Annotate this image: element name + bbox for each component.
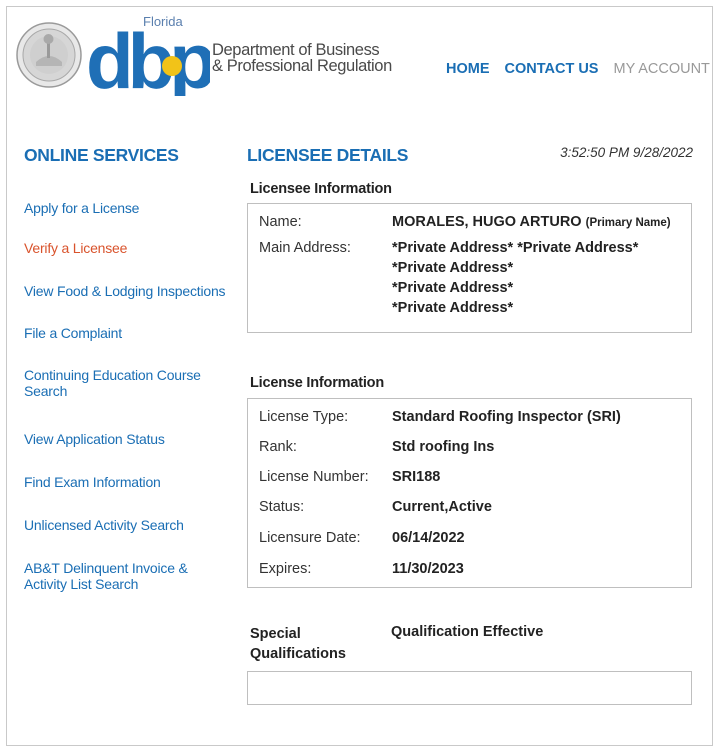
- expires-label: Expires:: [259, 561, 312, 577]
- license-type-label: License Type:: [259, 409, 349, 425]
- qualification-effective-header: Qualification Effective: [391, 624, 544, 640]
- status-label: Status:: [259, 499, 305, 515]
- top-nav: HOME CONTACT US MY ACCOUNT: [446, 61, 710, 77]
- primary-name-note: (Primary Name): [585, 217, 671, 229]
- sidebar-item-unlicensed-activity[interactable]: Unlicensed Activity Search: [24, 517, 184, 533]
- special-qualifications-header: Special Qualifications: [250, 626, 346, 662]
- license-info-box: License Type: Standard Roofing Inspector…: [247, 398, 692, 588]
- timestamp: 3:52:50 PM 9/28/2022: [560, 145, 693, 160]
- license-type-value: Standard Roofing Inspector (SRI): [392, 409, 621, 425]
- nav-my-account-link[interactable]: MY ACCOUNT: [613, 61, 709, 77]
- expires-value: 11/30/2023: [392, 561, 464, 577]
- logo-sun-icon: [162, 56, 182, 76]
- department-name: Department of Business & Professional Re…: [212, 41, 392, 75]
- license-info-heading: License Information: [250, 375, 384, 391]
- status-value: Current,Active: [392, 499, 492, 515]
- address-line-3: *Private Address*: [392, 280, 514, 296]
- licensee-info-heading: Licensee Information: [250, 181, 392, 197]
- qualifications-table-empty: [247, 671, 692, 705]
- sidebar-item-application-status[interactable]: View Application Status: [24, 431, 165, 447]
- licensure-date-value: 06/14/2022: [392, 530, 465, 546]
- address-line-2: *Private Address*: [392, 260, 514, 276]
- name-value: MORALES, HUGO ARTURO (Primary Name): [392, 214, 671, 230]
- license-number-value: SRI188: [392, 469, 441, 485]
- name-label: Name:: [259, 214, 302, 230]
- logo-dbpr-text: dbpr: [86, 17, 210, 96]
- nav-home-link[interactable]: HOME: [446, 61, 490, 77]
- address-line-4: *Private Address*: [392, 300, 514, 316]
- nav-contact-link[interactable]: CONTACT US: [505, 61, 599, 77]
- license-number-label: License Number:: [259, 469, 369, 485]
- address-label: Main Address:: [259, 240, 351, 256]
- sidebar-item-ce-course-search[interactable]: Continuing Education Course Search: [24, 367, 209, 399]
- licensure-date-label: Licensure Date:: [259, 530, 361, 546]
- licensee-details-title: LICENSEE DETAILS: [247, 145, 409, 165]
- sidebar-item-apply-license[interactable]: Apply for a License: [24, 200, 139, 216]
- online-services-title: ONLINE SERVICES: [24, 145, 179, 165]
- florida-seal-icon: [16, 22, 82, 88]
- sidebar-item-file-complaint[interactable]: File a Complaint: [24, 325, 122, 341]
- licensee-info-box: Name: MORALES, HUGO ARTURO (Primary Name…: [247, 203, 692, 333]
- address-line-1: *Private Address* *Private Address*: [392, 240, 639, 256]
- rank-value: Std roofing Ins: [392, 439, 495, 455]
- dbpr-logo: Florida dbpr: [86, 14, 210, 96]
- rank-label: Rank:: [259, 439, 297, 455]
- sidebar-item-exam-info[interactable]: Find Exam Information: [24, 474, 161, 490]
- sidebar-item-food-lodging[interactable]: View Food & Lodging Inspections: [24, 283, 226, 299]
- sidebar-item-abt-delinquent[interactable]: AB&T Delinquent Invoice & Activity List …: [24, 560, 229, 592]
- sidebar-item-verify-licensee[interactable]: Verify a Licensee: [24, 240, 127, 256]
